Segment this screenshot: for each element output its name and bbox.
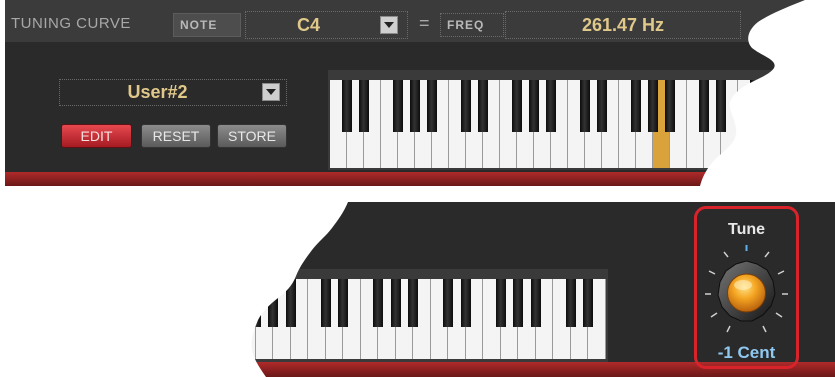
note-field[interactable]: C4 [245,11,408,39]
piano-black-key[interactable] [583,279,593,327]
piano-black-key[interactable] [495,279,506,327]
piano-black-key[interactable] [784,80,794,132]
piano-black-key[interactable] [342,80,352,132]
piano-black-key[interactable] [597,80,607,132]
note-value: C4 [296,15,320,35]
piano-black-key[interactable] [460,279,471,327]
piano-black-key[interactable] [750,80,760,132]
piano-black-key[interactable] [408,279,418,327]
piano-black-key[interactable] [512,80,522,132]
tune-label: Tune [727,221,766,238]
piano-black-key[interactable] [390,279,401,327]
tune-knob[interactable] [697,239,796,339]
preset-dropdown[interactable]: User#2 [59,79,287,106]
piano-black-key[interactable] [268,279,278,327]
header-bar: TUNING CURVE NOTE C4 = FREQ 261.47 Hz [5,0,835,42]
freq-label: FREQ [440,13,504,37]
piano-black-key[interactable] [320,279,331,327]
piano-black-key[interactable] [410,80,420,132]
preset-dropdown-arrow-icon[interactable] [262,83,280,101]
piano-black-key[interactable] [546,80,556,132]
store-button[interactable]: STORE [217,124,287,148]
piano-black-key[interactable] [513,279,523,327]
tuning-curve-panel: TUNING CURVE NOTE C4 = FREQ 261.47 Hz Us… [5,0,835,186]
knob-cap-icon [727,273,766,313]
equals-sign: = [419,13,430,33]
piano-black-key[interactable] [818,80,828,132]
edit-button[interactable]: EDIT [61,124,132,148]
piano-black-key[interactable] [665,80,675,132]
piano-black-key[interactable] [443,279,453,327]
freq-field[interactable]: 261.47 Hz [505,11,741,39]
piano-black-key[interactable] [393,80,403,132]
piano-black-key[interactable] [529,80,539,132]
piano-black-key[interactable] [461,80,471,132]
piano-black-key[interactable] [530,279,541,327]
piano-black-key[interactable] [565,279,576,327]
piano-black-key[interactable] [285,279,296,327]
piano-keyboard-top[interactable] [328,70,835,170]
piano-black-key[interactable] [648,80,658,132]
piano-black-key[interactable] [338,279,348,327]
piano-black-key[interactable] [716,80,726,132]
piano-keyboard-bottom[interactable] [244,269,608,362]
panel-title: TUNING CURVE [11,15,131,32]
piano-black-key[interactable] [699,80,709,132]
piano-black-key[interactable] [250,279,261,327]
piano-black-key[interactable] [767,80,777,132]
piano-black-key[interactable] [631,80,641,132]
piano-black-key[interactable] [359,80,369,132]
tune-knob-frame: Tune -1 Cent [694,206,799,369]
piano-black-key[interactable] [427,80,437,132]
note-label: NOTE [173,13,241,37]
preset-value: User#2 [127,82,188,102]
piano-black-key[interactable] [373,279,383,327]
piano-black-key[interactable] [580,80,590,132]
red-trim-strip [5,172,835,186]
tune-value-label: -1 Cent [717,343,776,362]
piano-black-key[interactable] [478,80,488,132]
reset-button[interactable]: RESET [141,124,211,148]
note-dropdown-arrow-icon[interactable] [380,16,398,34]
